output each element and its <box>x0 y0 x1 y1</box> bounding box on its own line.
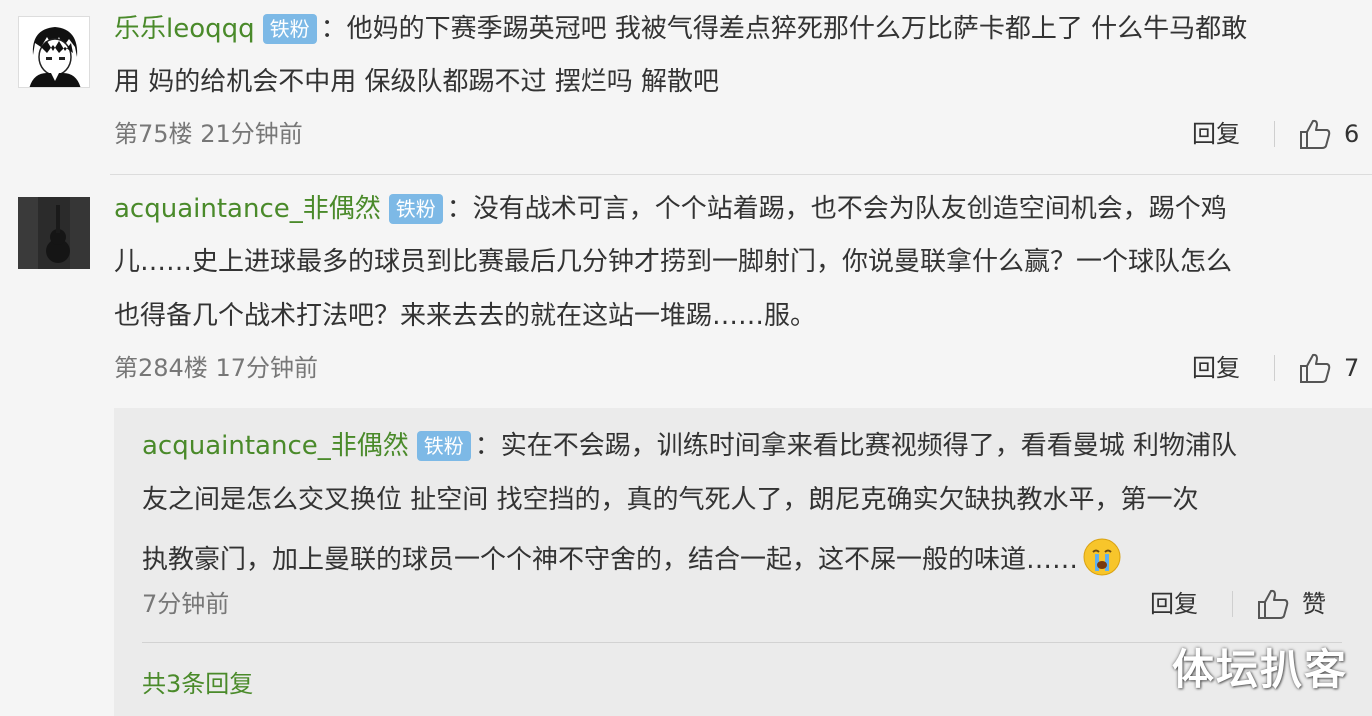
reply-text-line: 执教豪门，加上曼联的球员一个个神不守舍的，结合一起，这不屎一般的味道…… <box>142 545 1079 575</box>
more-replies-link[interactable]: 共3条回复 <box>142 669 253 699</box>
avatar[interactable] <box>18 197 90 269</box>
reply-body: acquaintance_非偶然 铁粉 ：实在不会踢，训练时间拿来看比赛视频得了，看… <box>142 430 1237 462</box>
comment-text-line: 用 妈的给机会不中用 保级队都踢不过 摆烂吗 解散吧 <box>114 67 720 97</box>
timestamp: 21分钟前 <box>200 120 303 148</box>
comment-meta: 第75楼 21分钟前 <box>114 119 303 149</box>
reply-text-line: ：实在不会踢，训练时间拿来看比赛视频得了，看看曼城 利物浦队 <box>474 431 1238 461</box>
comment-text-line: 也得备几个战术打法吧？来来去去的就在这站一堆踢……服。 <box>114 301 817 331</box>
fan-badge[interactable]: 铁粉 <box>262 14 317 44</box>
comment-text-line: ：他妈的下赛季踢英冠吧 我被气得差点猝死那什么万比萨卡都上了 什么牛马都敢 <box>320 14 1248 44</box>
like-button[interactable]: 7 <box>1298 351 1359 385</box>
avatar-guitar-photo-icon <box>18 197 90 269</box>
reply-text-last: 执教豪门，加上曼联的球员一个个神不守舍的，结合一起，这不屎一般的味道…… <box>142 537 1122 577</box>
floor-number: 第284楼 <box>114 354 208 382</box>
comment-text-line: 儿……史上进球最多的球员到比赛最后几分钟才捞到一脚射门，你说曼联拿什么赢？一个球… <box>114 247 1233 277</box>
comment-divider <box>110 174 1372 175</box>
comment-body: 乐乐leoqqq 铁粉 ：他妈的下赛季踢英冠吧 我被气得差点猝死那什么万比萨卡都上了… <box>114 13 1247 45</box>
action-divider <box>1232 591 1233 617</box>
timestamp: 7分钟前 <box>142 590 230 618</box>
like-count: 6 <box>1344 120 1360 148</box>
like-count: 7 <box>1344 354 1360 382</box>
reply-text-line: 友之间是怎么交叉换位 扯空间 找空挡的，真的气死人了，朗尼克确实欠缺执教水平，第… <box>142 485 1199 515</box>
reply-button[interactable]: 回复 <box>1192 119 1240 149</box>
thumbs-up-icon <box>1300 353 1331 383</box>
comment-body: acquaintance_非偶然 铁粉 ：没有战术可言，个个站着踢，也不会为队友创造… <box>114 193 1227 225</box>
comment-meta: 第284楼 17分钟前 <box>114 353 318 383</box>
watermark: 体坛扒客 <box>1171 645 1348 694</box>
action-divider <box>1274 121 1275 147</box>
username-link[interactable]: acquaintance_非偶然 <box>142 431 409 461</box>
username-link[interactable]: acquaintance_非偶然 <box>114 194 381 224</box>
reply-divider <box>142 642 1342 643</box>
timestamp: 17分钟前 <box>215 354 318 382</box>
like-label: 赞 <box>1302 590 1326 618</box>
reply-button[interactable]: 回复 <box>1150 589 1198 619</box>
username-link[interactable]: 乐乐leoqqq <box>114 14 255 44</box>
crying-face-icon <box>1083 538 1121 576</box>
fan-badge[interactable]: 铁粉 <box>388 194 443 224</box>
reply-button[interactable]: 回复 <box>1192 353 1240 383</box>
floor-number: 第75楼 <box>114 120 193 148</box>
comment-text-line: ：没有战术可言，个个站着踢，也不会为队友创造空间机会，踢个鸡 <box>446 194 1227 224</box>
like-button[interactable]: 6 <box>1298 117 1359 151</box>
action-divider <box>1274 355 1275 381</box>
thumbs-up-icon <box>1300 119 1331 149</box>
fan-badge[interactable]: 铁粉 <box>416 431 471 461</box>
thumbs-up-icon <box>1258 589 1289 619</box>
avatar-anime-boy-icon <box>19 17 89 87</box>
avatar[interactable] <box>18 16 90 88</box>
like-button[interactable]: 赞 <box>1256 587 1326 621</box>
